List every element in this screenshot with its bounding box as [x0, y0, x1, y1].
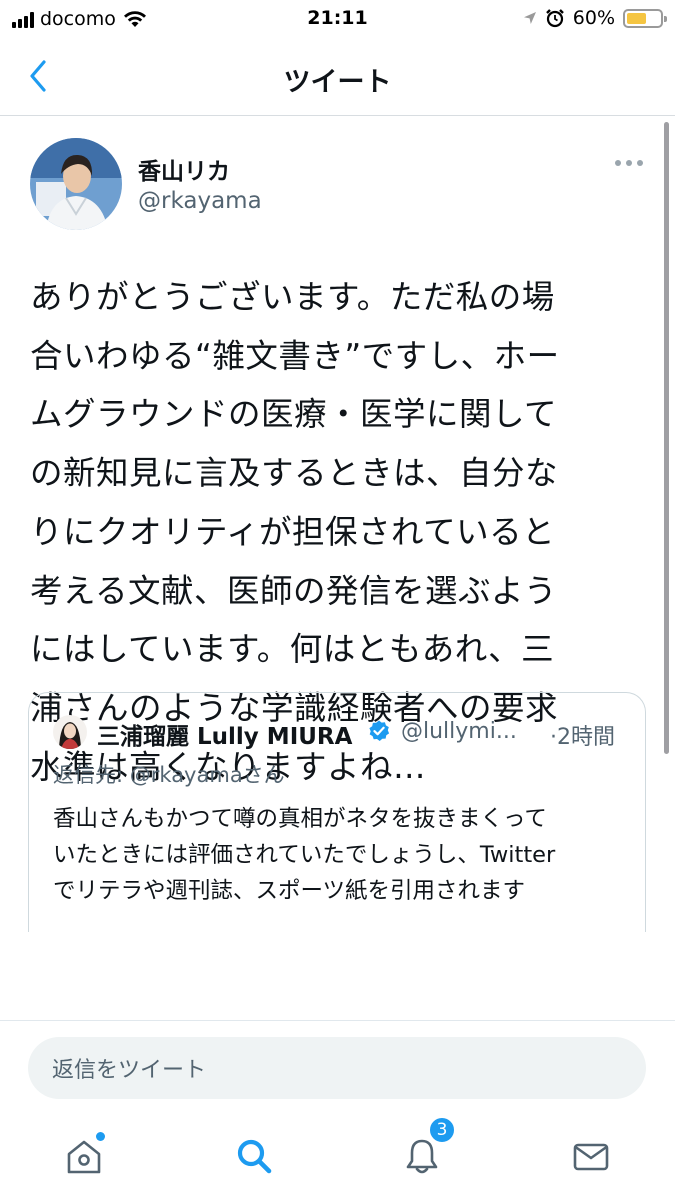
author-avatar[interactable]: [30, 138, 122, 230]
reply-input[interactable]: 返信をツイート: [28, 1037, 646, 1099]
alarm-icon: [545, 9, 564, 28]
author-name[interactable]: 香山リカ: [138, 152, 230, 186]
more-options-icon[interactable]: [615, 160, 643, 166]
battery-percent: 60%: [572, 7, 615, 29]
status-right: 60%: [523, 7, 667, 29]
location-icon: [523, 12, 536, 24]
tab-notifications[interactable]: 3: [398, 1116, 456, 1180]
battery-fill: [627, 12, 646, 24]
quote-timestamp: ·2時間: [550, 725, 615, 750]
page-title: ツイート: [283, 67, 392, 98]
reply-mention[interactable]: @rkayamaさん: [130, 763, 285, 787]
quote-text: 香山さんもかつて噂の真相がネタを抜きまくって いたときには評価されていたでしょう…: [53, 806, 556, 904]
battery-icon: [623, 8, 667, 28]
quote-author-avatar: [53, 715, 87, 749]
mail-icon: [573, 1143, 609, 1171]
quoted-tweet[interactable]: 三浦瑠麗 Lully MIURA @lullymi... ·2時間 返信先: @…: [28, 692, 646, 932]
scrollbar[interactable]: [664, 122, 669, 754]
status-bar: docomo 21:11 60%: [0, 0, 675, 40]
quote-author-name: 三浦瑠麗 Lully MIURA: [97, 724, 353, 750]
quote-reply-to: 返信先: @rkayamaさん: [53, 759, 285, 789]
home-new-dot: [96, 1132, 105, 1141]
notification-badge: 3: [428, 1116, 456, 1144]
verified-badge-icon: [369, 720, 390, 741]
tab-search[interactable]: [230, 1132, 278, 1180]
search-icon: [237, 1139, 272, 1174]
reply-composer: 返信をツイート: [0, 1020, 675, 1110]
home-icon: [67, 1140, 101, 1174]
tab-bar: 3: [0, 1110, 675, 1200]
reply-prefix: 返信先:: [53, 763, 130, 787]
tab-home[interactable]: [60, 1132, 108, 1180]
tab-messages[interactable]: [567, 1132, 615, 1180]
quote-author-handle: @lullymi...: [401, 719, 517, 744]
nav-header: ツイート: [0, 40, 675, 116]
author-handle[interactable]: @rkayama: [138, 188, 262, 214]
